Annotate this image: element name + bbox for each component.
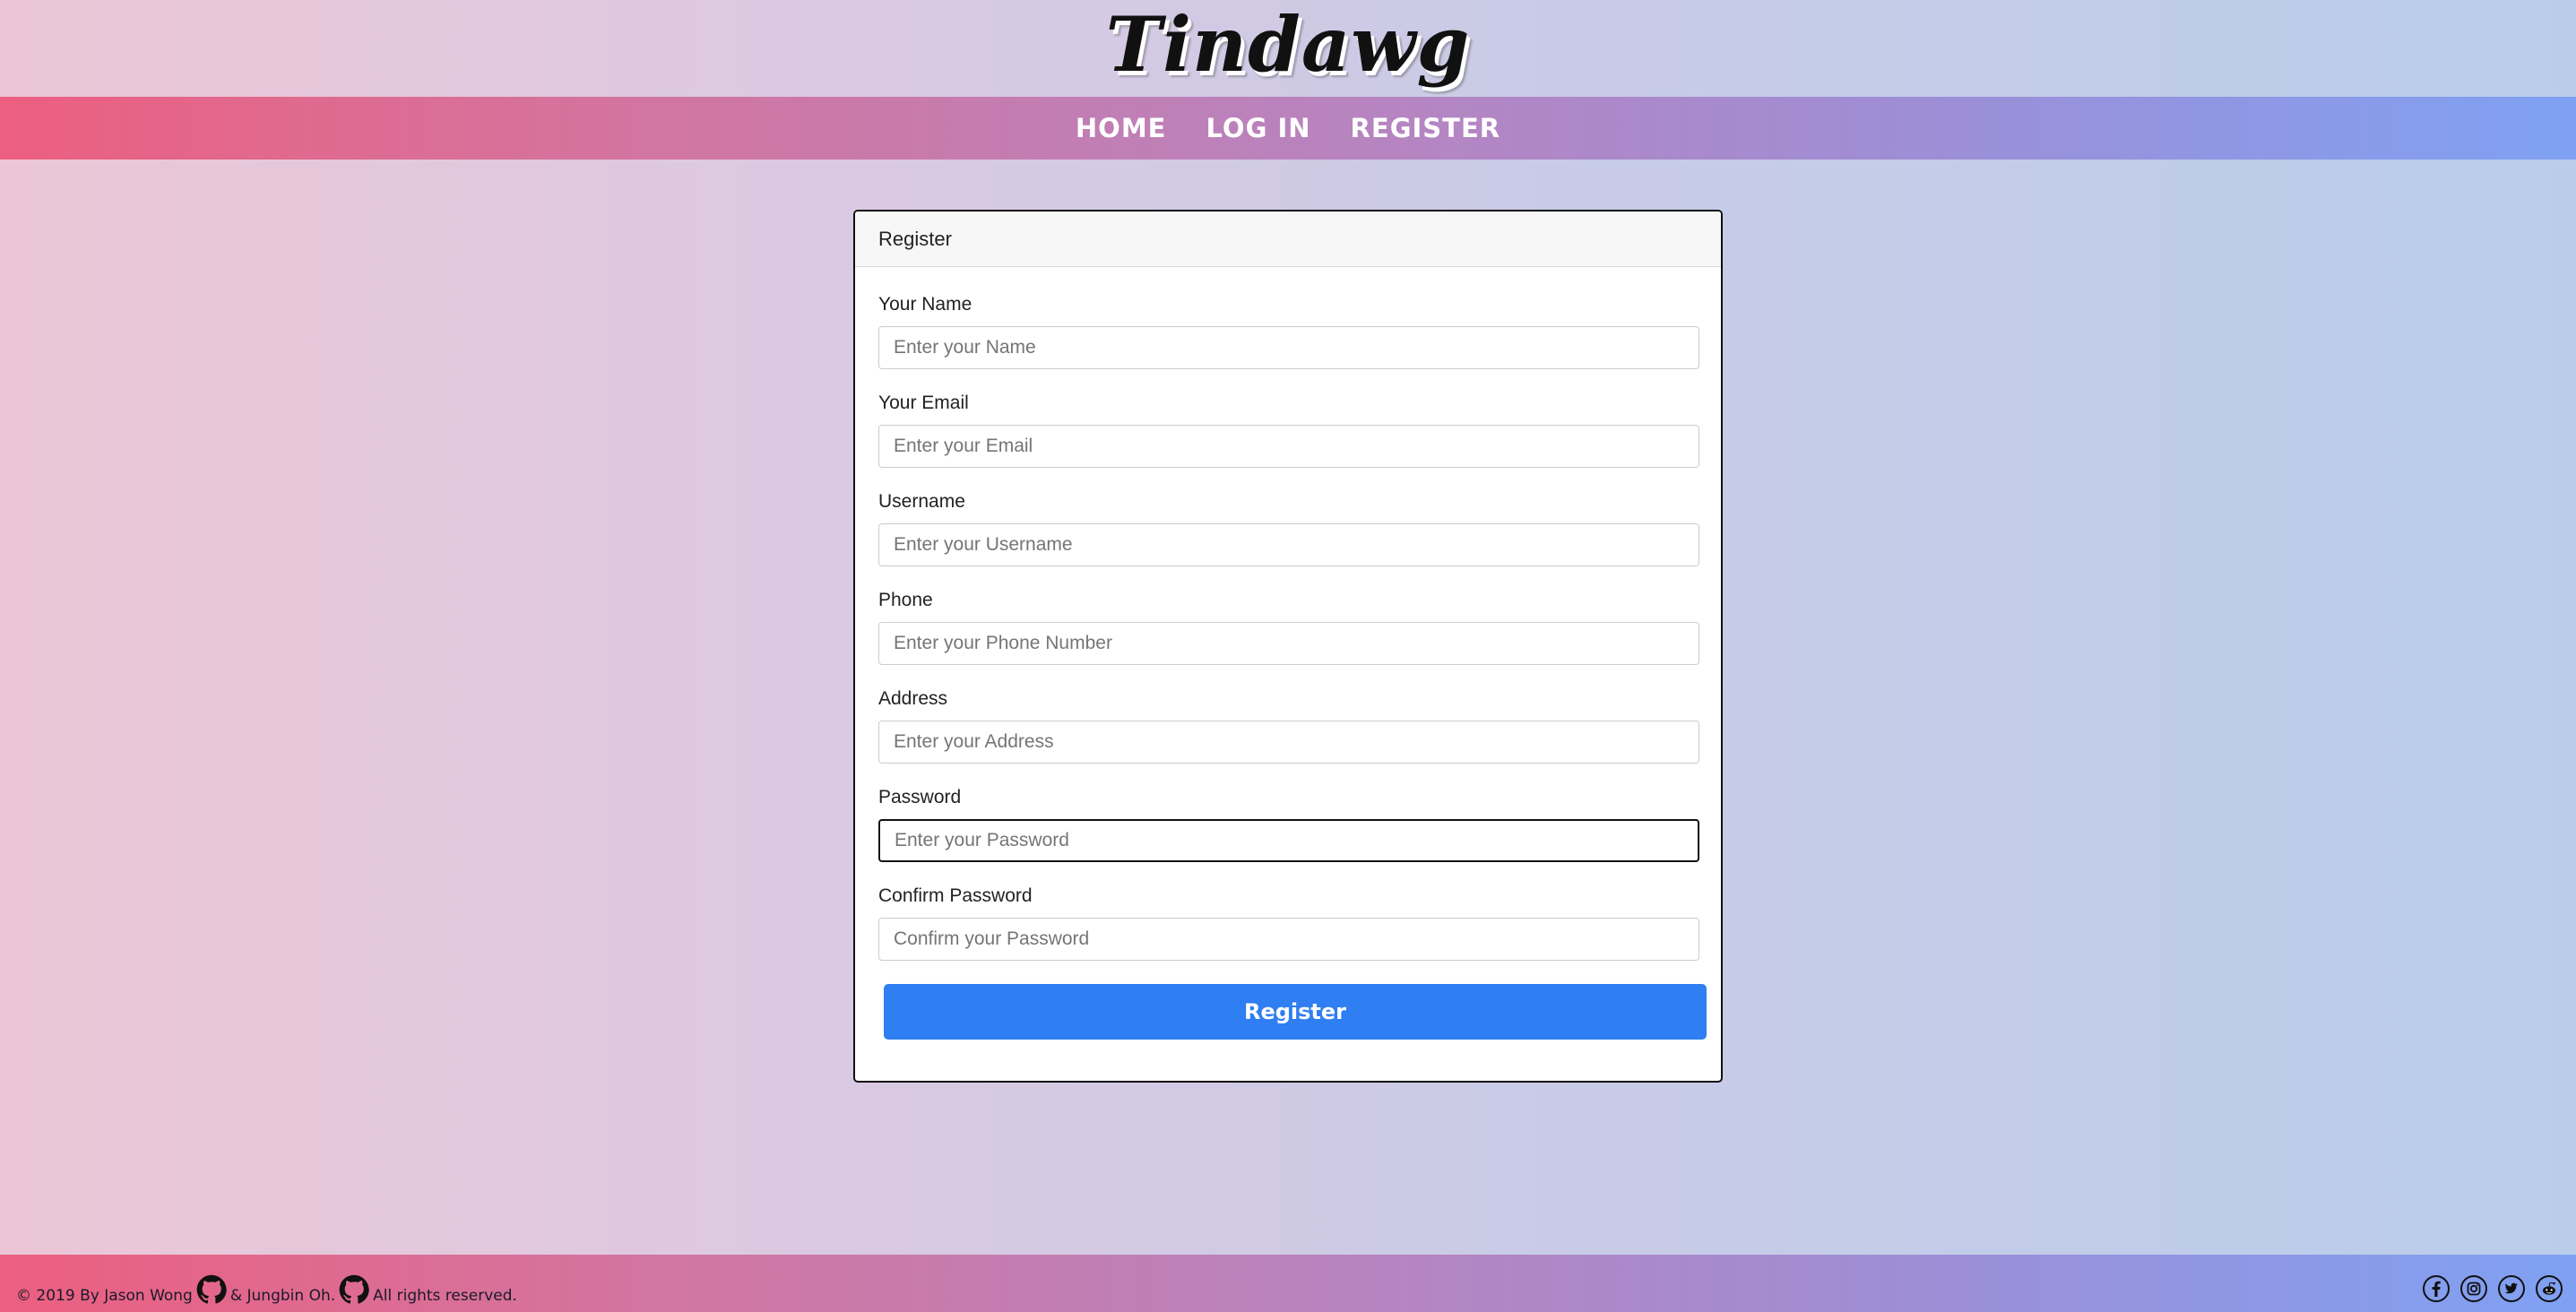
email-field-group: Your Email <box>878 393 1699 491</box>
footer-text-part3: All rights reserved. <box>373 1287 517 1305</box>
name-input[interactable] <box>878 326 1699 369</box>
confirm-password-label: Confirm Password <box>878 885 1033 906</box>
nav-register-link[interactable]: REGISTER <box>1351 113 1501 143</box>
nav-home-link[interactable]: HOME <box>1076 113 1167 143</box>
password-label: Password <box>878 787 962 807</box>
address-label: Address <box>878 688 948 709</box>
phone-label: Phone <box>878 590 933 610</box>
email-input[interactable] <box>878 425 1699 468</box>
address-input[interactable] <box>878 721 1699 764</box>
social-links <box>2422 1274 2563 1303</box>
password-field-group: Password <box>878 787 1699 885</box>
confirm-password-input[interactable] <box>878 918 1699 961</box>
footer-text-part2: & Jungbin Oh. <box>229 1287 336 1305</box>
register-submit-button[interactable]: Register <box>884 984 1707 1040</box>
email-label: Your Email <box>878 393 969 413</box>
site-logo[interactable]: Tindawg <box>0 0 2576 97</box>
github-icon[interactable] <box>339 1274 369 1305</box>
reddit-icon[interactable] <box>2535 1274 2563 1303</box>
twitter-icon[interactable] <box>2497 1274 2526 1303</box>
confirm-password-field-group: Confirm Password <box>878 885 1699 984</box>
facebook-icon[interactable] <box>2422 1274 2451 1303</box>
username-label: Username <box>878 491 965 512</box>
footer-text-part1: © 2019 By Jason Wong <box>16 1287 193 1305</box>
username-input[interactable] <box>878 523 1699 566</box>
github-icon[interactable] <box>196 1274 227 1305</box>
username-field-group: Username <box>878 491 1699 590</box>
name-field-group: Your Name <box>878 294 1699 393</box>
register-card: Register Your Name Your Email Username P… <box>853 210 1723 1083</box>
card-title: Register <box>855 211 1721 267</box>
name-label: Your Name <box>878 294 972 315</box>
top-navbar: HOME LOG IN REGISTER <box>0 97 2576 160</box>
phone-input[interactable] <box>878 622 1699 665</box>
phone-field-group: Phone <box>878 590 1699 688</box>
address-field-group: Address <box>878 688 1699 787</box>
footer-copyright: © 2019 By Jason Wong & Jungbin Oh. All r… <box>16 1274 517 1305</box>
nav-login-link[interactable]: LOG IN <box>1206 113 1310 143</box>
password-input[interactable] <box>878 819 1699 862</box>
register-form: Your Name Your Email Username Phone Addr… <box>855 267 1721 1040</box>
page-footer: © 2019 By Jason Wong & Jungbin Oh. All r… <box>0 1255 2576 1312</box>
instagram-icon[interactable] <box>2459 1274 2488 1303</box>
